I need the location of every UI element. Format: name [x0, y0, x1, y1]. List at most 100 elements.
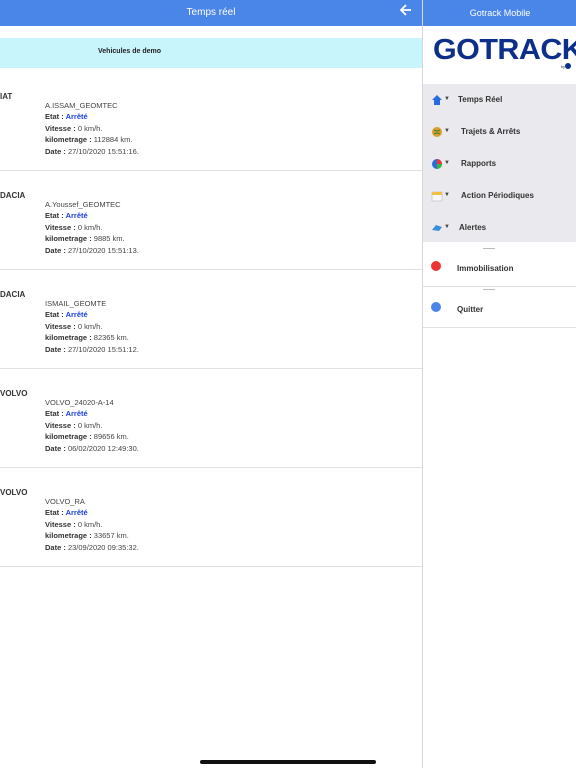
immobilisation-button[interactable]: Immobilisation — [423, 246, 576, 287]
vehicle-date: Date : 27/10/2020 15:51:12. — [45, 344, 139, 354]
vehicle-kilometrage: kilometrage : 33657 km. — [45, 531, 129, 541]
date-label: Date — [45, 443, 62, 453]
vehicle-etat: Etat : Arrêté — [45, 310, 88, 320]
menu-item-trajets-arrets[interactable]: ▼ Trajets & Arrêts — [423, 116, 576, 148]
status-value: Arrêté — [65, 112, 88, 122]
quitter-button[interactable]: Quitter — [423, 287, 576, 328]
vehicle-make: VOLVO — [0, 488, 28, 497]
group-header-label: Vehicules de demo — [98, 48, 162, 55]
vehicle-details: VOLVO_24020-A-14 Etat : Arrêté Vitesse : 0… — [45, 397, 139, 454]
menu-item-alertes[interactable]: ▼ Alertes — [423, 212, 576, 244]
vehicle-date: Date : 27/10/2020 15:51:16. — [45, 146, 139, 156]
etat-label: Etat — [45, 112, 60, 122]
vehicle-etat: Etat : Arrêté — [45, 409, 88, 419]
menu-item-rapports[interactable]: ▼ Rapports — [423, 148, 576, 180]
date-value: 27/10/2020 15:51:13. — [67, 245, 139, 255]
gotrack-logo: GOTRACK by — [429, 32, 576, 76]
vehicle-make: IAT — [0, 92, 13, 101]
vitesse-label: Vitesse — [45, 321, 72, 331]
kilometrage-value: 9885 km. — [93, 234, 125, 244]
divider — [483, 248, 495, 249]
vitesse-label: Vitesse — [45, 420, 72, 430]
vehicle-make: VOLVO — [0, 389, 28, 398]
vehicle-kilometrage: kilometrage : 9885 km. — [45, 234, 125, 244]
vitesse-value: 0 km/h. — [77, 123, 103, 133]
chevron-down-icon: ▼ — [444, 128, 450, 134]
quitter-label: Quitter — [457, 305, 484, 314]
vehicle-details: ISMAIL_GEOMTE Etat : Arrêté Vitesse : 0 km… — [45, 298, 139, 355]
date-value: 06/02/2020 12:49:30. — [67, 443, 139, 453]
vehicle-kilometrage: kilometrage : 82365 km. — [45, 333, 129, 343]
date-label: Date — [45, 344, 62, 354]
vitesse-value: 0 km/h. — [77, 420, 103, 430]
immobilisation-icon — [431, 261, 441, 271]
vehicle-name: ISMAIL_GEOMTE — [45, 299, 107, 308]
date-value: 23/09/2020 09:35:32. — [67, 542, 139, 552]
vehicle-row[interactable]: DACIA ISMAIL_GEOMTE Etat : Arrêté Vitesse :… — [0, 270, 422, 369]
status-value: Arrêté — [65, 310, 88, 320]
kilometrage-label: kilometrage — [45, 135, 88, 145]
vehicle-row[interactable]: VOLVO VOLVO_RA Etat : Arrêté Vitesse : 0 km… — [0, 468, 422, 567]
bell-icon — [432, 225, 442, 231]
vehicle-date: Date : 27/10/2020 15:51:13. — [45, 245, 139, 255]
home-icon — [432, 95, 442, 105]
chevron-down-icon: ▼ — [444, 192, 450, 198]
etat-label: Etat — [45, 310, 60, 320]
vehicle-vitesse: Vitesse : 0 km/h. — [45, 519, 103, 529]
arrow-left-icon[interactable] — [398, 3, 414, 21]
kilometrage-label: kilometrage — [45, 333, 88, 343]
menu-label: Action Périodiques — [461, 191, 534, 200]
vehicle-row[interactable]: VOLVO VOLVO_24020-A-14 Etat : Arrêté Vitess… — [0, 369, 422, 468]
kilometrage-value: 112884 km. — [93, 135, 133, 145]
vehicle-kilometrage: kilometrage : 89656 km. — [45, 432, 129, 442]
calendar-icon — [431, 191, 443, 202]
vehicle-name: A.ISSAM_GEOMTEC — [45, 101, 118, 110]
chevron-down-icon: ▼ — [444, 224, 450, 230]
vehicle-vitesse: Vitesse : 0 km/h. — [45, 321, 103, 331]
vehicle-vitesse: Vitesse : 0 km/h. — [45, 123, 103, 133]
vitesse-value: 0 km/h. — [77, 222, 103, 232]
page-title: Temps réel — [186, 7, 236, 18]
menu-item-temps-reel[interactable]: ▼ Temps Réel — [423, 84, 576, 116]
etat-label: Etat — [45, 508, 60, 518]
vehicle-make: DACIA — [0, 191, 26, 200]
divider — [483, 289, 495, 290]
vehicle-etat: Etat : Arrêté — [45, 508, 88, 518]
logo-mark — [565, 63, 571, 69]
immobilisation-label: Immobilisation — [457, 264, 514, 273]
left-top-bar: Temps réel — [0, 0, 422, 26]
pie-chart-icon — [432, 159, 442, 169]
vehicle-kilometrage: kilometrage : 112884 km. — [45, 135, 133, 145]
vehicle-details: VOLVO_RA Etat : Arrêté Vitesse : 0 km/h. ki… — [45, 496, 139, 553]
right-top-bar: Gotrack Mobile — [423, 0, 576, 26]
date-value: 27/10/2020 15:51:12. — [67, 344, 139, 354]
vehicle-vitesse: Vitesse : 0 km/h. — [45, 420, 103, 430]
menu-item-action-periodiques[interactable]: ▼ Action Périodiques — [423, 180, 576, 212]
vehicle-date: Date : 06/02/2020 12:49:30. — [45, 443, 139, 453]
status-value: Arrêté — [65, 211, 88, 221]
kilometrage-label: kilometrage — [45, 531, 88, 541]
vehicle-name: VOLVO_RA — [45, 497, 85, 506]
etat-label: Etat — [45, 409, 60, 419]
menu-label: Temps Réel — [458, 95, 503, 104]
vitesse-label: Vitesse — [45, 519, 72, 529]
chevron-down-icon: ▼ — [444, 96, 450, 102]
vehicle-name: A.Youssef_GEOMTEC — [45, 200, 121, 209]
vehicle-make: DACIA — [0, 290, 26, 299]
menu-label: Trajets & Arrêts — [461, 127, 521, 136]
status-value: Arrêté — [65, 508, 88, 518]
etat-label: Etat — [45, 211, 60, 221]
quit-icon — [431, 302, 441, 312]
vehicle-vitesse: Vitesse : 0 km/h. — [45, 222, 103, 232]
home-indicator[interactable] — [200, 760, 376, 764]
vehicle-etat: Etat : Arrêté — [45, 112, 88, 122]
vehicle-date: Date : 23/09/2020 09:35:32. — [45, 542, 139, 552]
vitesse-label: Vitesse — [45, 222, 72, 232]
vehicle-row[interactable]: DACIA A.Youssef_GEOMTEC Etat : Arrêté Vites… — [0, 171, 422, 270]
menu-label: Rapports — [461, 159, 497, 168]
logo-text: GOTRACK — [433, 34, 576, 66]
vehicle-details: A.Youssef_GEOMTEC Etat : Arrêté Vitesse : … — [45, 199, 139, 256]
menu-label: Alertes — [459, 223, 487, 232]
vitesse-label: Vitesse — [45, 123, 72, 133]
vehicle-row[interactable]: IAT A.ISSAM_GEOMTEC Etat : Arrêté Vitesse :… — [0, 72, 422, 171]
